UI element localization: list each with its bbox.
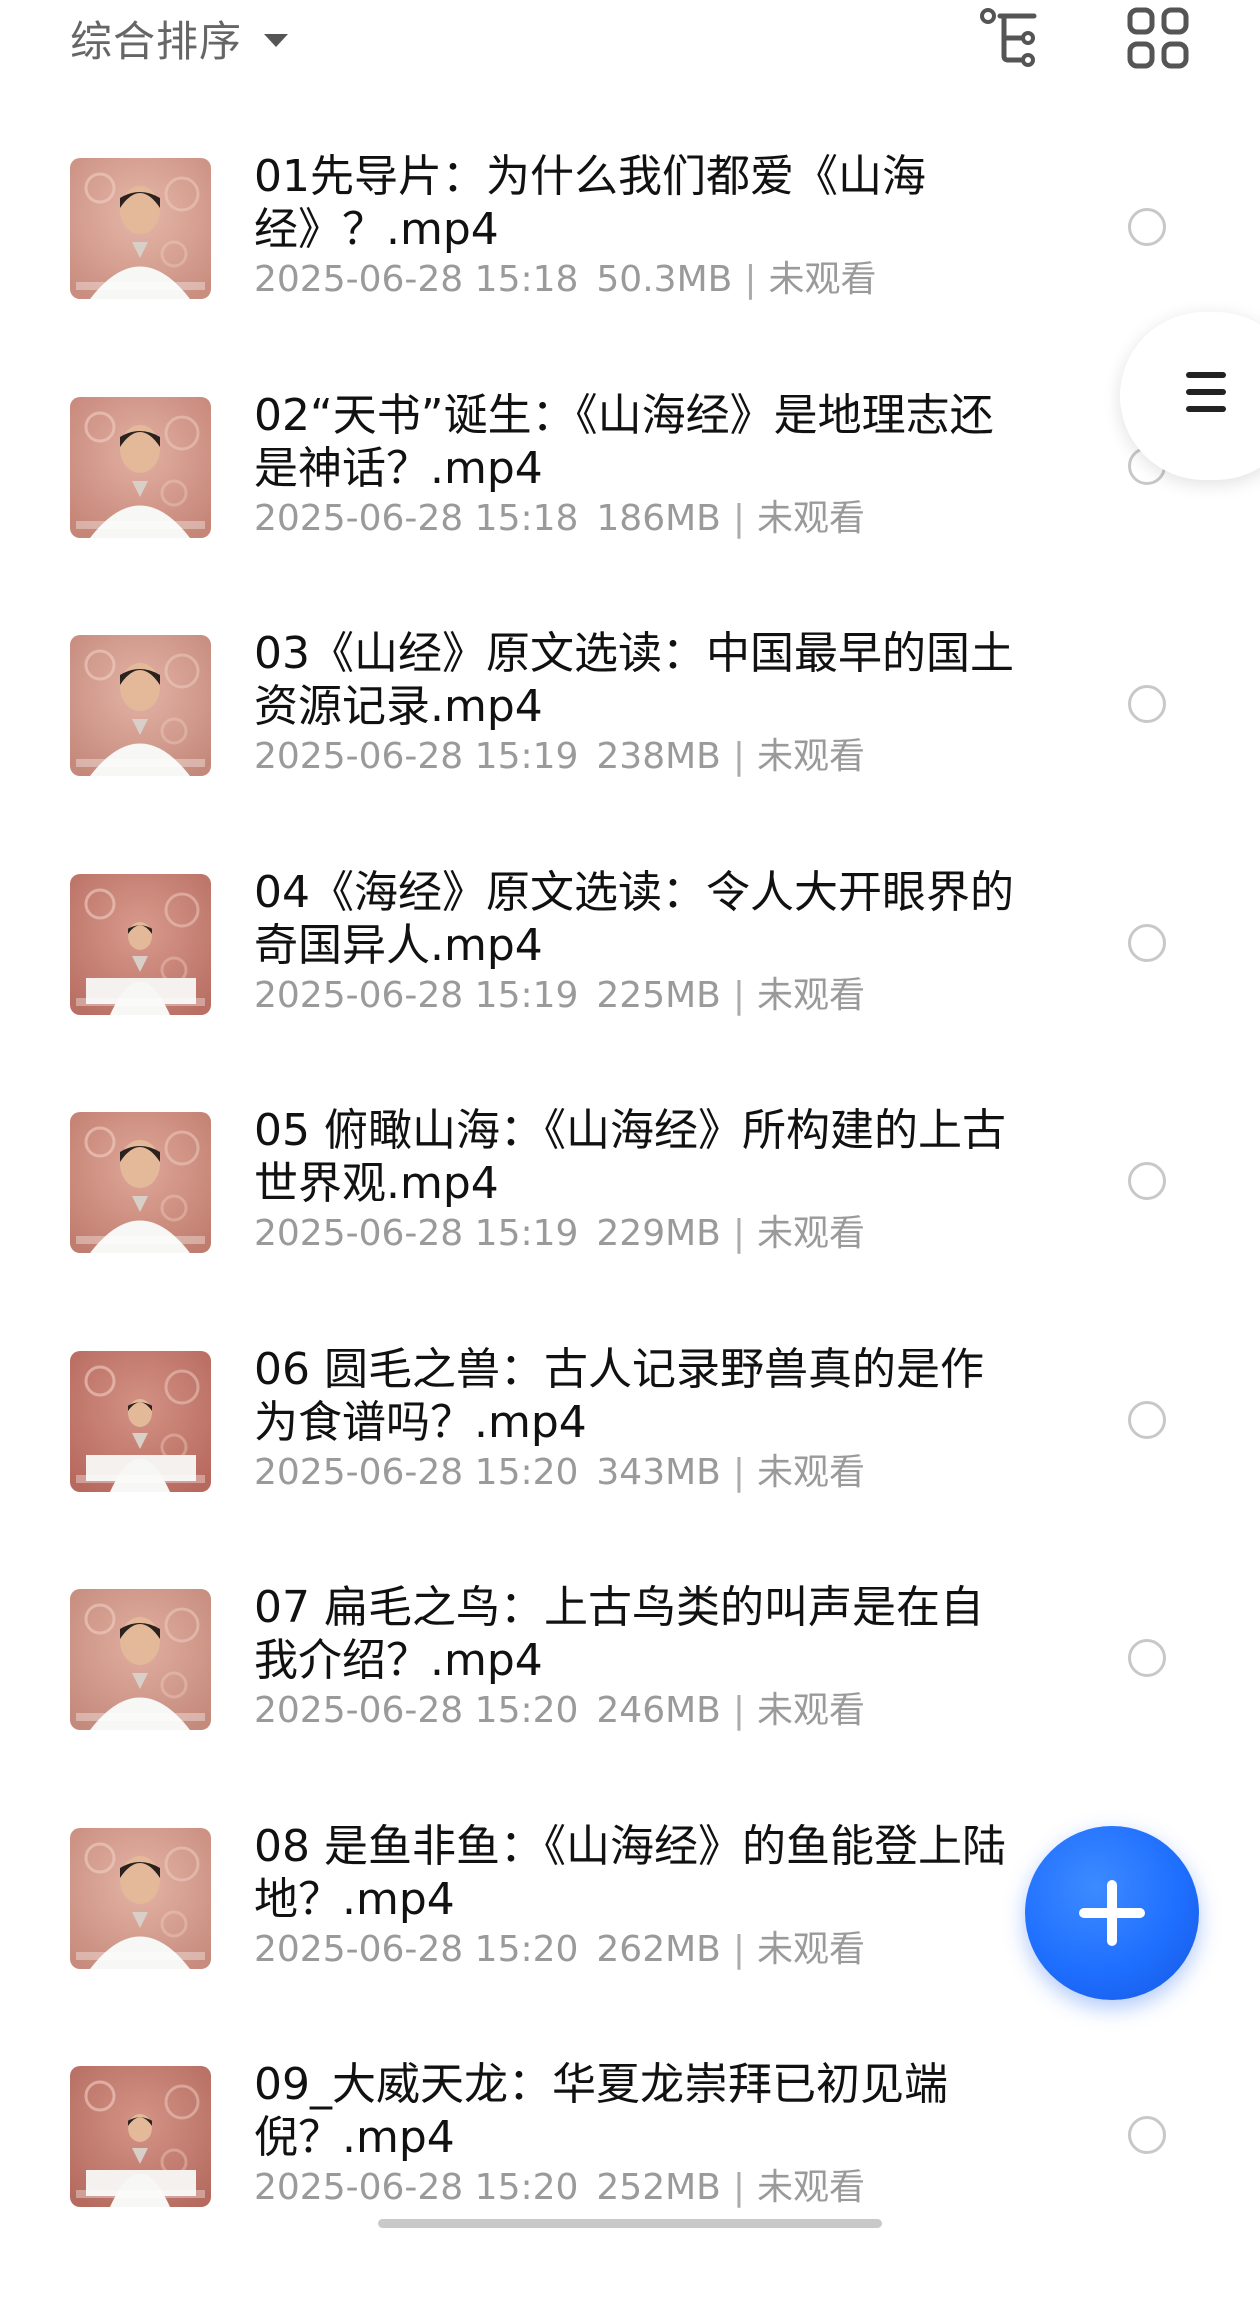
video-thumbnail xyxy=(70,1350,211,1492)
file-size: 252MB xyxy=(596,2167,721,2208)
file-date: 2025-06-28 15:19 xyxy=(254,974,579,1016)
file-date: 2025-06-28 15:18 xyxy=(254,497,579,539)
watch-status: 未观看 xyxy=(757,974,866,1016)
file-list-item[interactable]: 07 扁毛之鸟：上古鸟类的叫声是在自我介绍？.mp4 2025-06-28 15:… xyxy=(0,1582,1260,1827)
file-title: 06 圆毛之兽：古人记录野兽真的是作为食谱吗？.mp4 xyxy=(254,1343,984,1448)
meta-separator: | xyxy=(744,259,757,300)
file-list-item[interactable]: 03《山经》原文选读：中国最早的国土资源记录.mp4 2025-06-28 15:… xyxy=(0,628,1260,873)
video-thumbnail xyxy=(70,158,211,299)
file-list-item[interactable]: 05 俯瞰山海：《山海经》所构建的上古世界观.mp4 2025-06-28 15:… xyxy=(0,1105,1260,1350)
select-radio[interactable] xyxy=(1128,208,1166,246)
meta-separator: | xyxy=(732,974,746,1016)
video-thumbnail xyxy=(70,635,211,776)
file-date: 2025-06-28 15:20 xyxy=(254,2167,579,2208)
file-title: 01先导片：为什么我们都爱《山海经》？.mp4 xyxy=(254,151,926,255)
file-list-item[interactable]: 04《海经》原文选读：令人大开眼界的奇国异人.mp4 2025-06-28 15:… xyxy=(0,867,1260,1112)
file-size: 229MB xyxy=(596,1213,721,1254)
file-meta: 2025-06-28 15:19 229MB | 未观看 xyxy=(254,1212,865,1256)
file-list-item[interactable]: 09_大威天龙：华夏龙崇拜已初见端倪？.mp4 2025-06-28 15:20 2… xyxy=(0,2059,1260,2304)
select-radio[interactable] xyxy=(1128,923,1166,962)
file-date: 2025-06-28 15:20 xyxy=(254,1451,579,1493)
watch-status: 未观看 xyxy=(768,259,877,300)
file-meta: 2025-06-28 15:20 262MB | 未观看 xyxy=(254,1928,865,1972)
watch-status: 未观看 xyxy=(757,497,866,539)
watch-status: 未观看 xyxy=(757,1213,866,1254)
home-indicator xyxy=(378,2219,882,2228)
add-button[interactable] xyxy=(1025,1826,1199,2000)
meta-separator: | xyxy=(732,1690,746,1731)
file-title: 05 俯瞰山海：《山海经》所构建的上古世界观.mp4 xyxy=(254,1105,1006,1209)
file-size: 50.3MB xyxy=(596,259,733,300)
file-title: 08 是鱼非鱼：《山海经》的鱼能登上陆地？.mp4 xyxy=(254,1820,1006,1925)
file-size: 186MB xyxy=(596,497,721,539)
file-size: 246MB xyxy=(596,1690,721,1731)
video-thumbnail xyxy=(70,396,211,538)
watch-status: 未观看 xyxy=(757,736,866,777)
file-meta: 2025-06-28 15:19 225MB | 未观看 xyxy=(254,974,865,1018)
meta-separator: | xyxy=(732,1213,746,1254)
watch-status: 未观看 xyxy=(757,1451,866,1493)
select-radio[interactable] xyxy=(1128,2116,1166,2154)
caret-down-icon xyxy=(264,33,289,47)
file-size: 225MB xyxy=(596,974,721,1016)
plus-icon-stroke xyxy=(1107,1880,1117,1946)
watch-status: 未观看 xyxy=(757,1928,866,1970)
file-date: 2025-06-28 15:19 xyxy=(254,1213,579,1254)
file-meta: 2025-06-28 15:18 50.3MB | 未观看 xyxy=(254,258,876,302)
file-list-item[interactable]: 06 圆毛之兽：古人记录野兽真的是作为食谱吗？.mp4 2025-06-28 15… xyxy=(0,1344,1260,1589)
file-title: 09_大威天龙：华夏龙崇拜已初见端倪？.mp4 xyxy=(254,2059,948,2163)
file-list-item[interactable]: 02“天书”诞生：《山海经》是地理志还是神话？.mp4 2025-06-28 15… xyxy=(0,390,1260,635)
file-meta: 2025-06-28 15:18 186MB | 未观看 xyxy=(254,497,865,541)
meta-separator: | xyxy=(732,497,746,539)
file-date: 2025-06-28 15:19 xyxy=(254,736,579,777)
meta-separator: | xyxy=(732,1928,746,1970)
file-title: 03《山经》原文选读：中国最早的国土资源记录.mp4 xyxy=(254,628,1014,732)
file-meta: 2025-06-28 15:20 343MB | 未观看 xyxy=(254,1451,865,1495)
select-radio[interactable] xyxy=(1128,685,1166,723)
select-radio[interactable] xyxy=(1128,1400,1166,1439)
sort-dropdown[interactable]: 综合排序 xyxy=(70,8,289,68)
tree-filter-icon[interactable] xyxy=(978,6,1042,70)
file-meta: 2025-06-28 15:20 246MB | 未观看 xyxy=(254,1689,865,1733)
sort-label: 综合排序 xyxy=(70,16,243,66)
file-date: 2025-06-28 15:18 xyxy=(254,259,579,300)
select-radio[interactable] xyxy=(1128,1639,1166,1677)
select-radio[interactable] xyxy=(1128,1162,1166,1200)
file-date: 2025-06-28 15:20 xyxy=(254,1690,579,1731)
watch-status: 未观看 xyxy=(757,1690,866,1731)
file-size: 343MB xyxy=(596,1451,721,1493)
top-bar: 综合排序 xyxy=(0,0,1260,80)
video-thumbnail xyxy=(70,873,211,1015)
grid-view-icon[interactable] xyxy=(1126,6,1190,70)
video-thumbnail xyxy=(70,2066,211,2207)
file-meta: 2025-06-28 15:19 238MB | 未观看 xyxy=(254,735,865,779)
file-size: 262MB xyxy=(596,1928,721,1970)
meta-separator: | xyxy=(732,736,746,777)
meta-separator: | xyxy=(732,2167,746,2208)
file-meta: 2025-06-28 15:20 252MB | 未观看 xyxy=(254,2166,865,2210)
watch-status: 未观看 xyxy=(757,2167,866,2208)
video-thumbnail xyxy=(70,1589,211,1730)
file-title: 02“天书”诞生：《山海经》是地理志还是神话？.mp4 xyxy=(254,389,994,494)
file-size: 238MB xyxy=(596,736,721,777)
file-title: 04《海经》原文选读：令人大开眼界的奇国异人.mp4 xyxy=(254,866,1014,971)
meta-separator: | xyxy=(732,1451,746,1493)
video-thumbnail xyxy=(70,1827,211,1969)
file-date: 2025-06-28 15:20 xyxy=(254,1928,579,1970)
file-title: 07 扁毛之鸟：上古鸟类的叫声是在自我介绍？.mp4 xyxy=(254,1582,984,1686)
video-thumbnail xyxy=(70,1112,211,1253)
menu-lines-icon xyxy=(1186,372,1226,423)
file-list-item[interactable]: 01先导片：为什么我们都爱《山海经》？.mp4 2025-06-28 15:18 5… xyxy=(0,151,1260,396)
